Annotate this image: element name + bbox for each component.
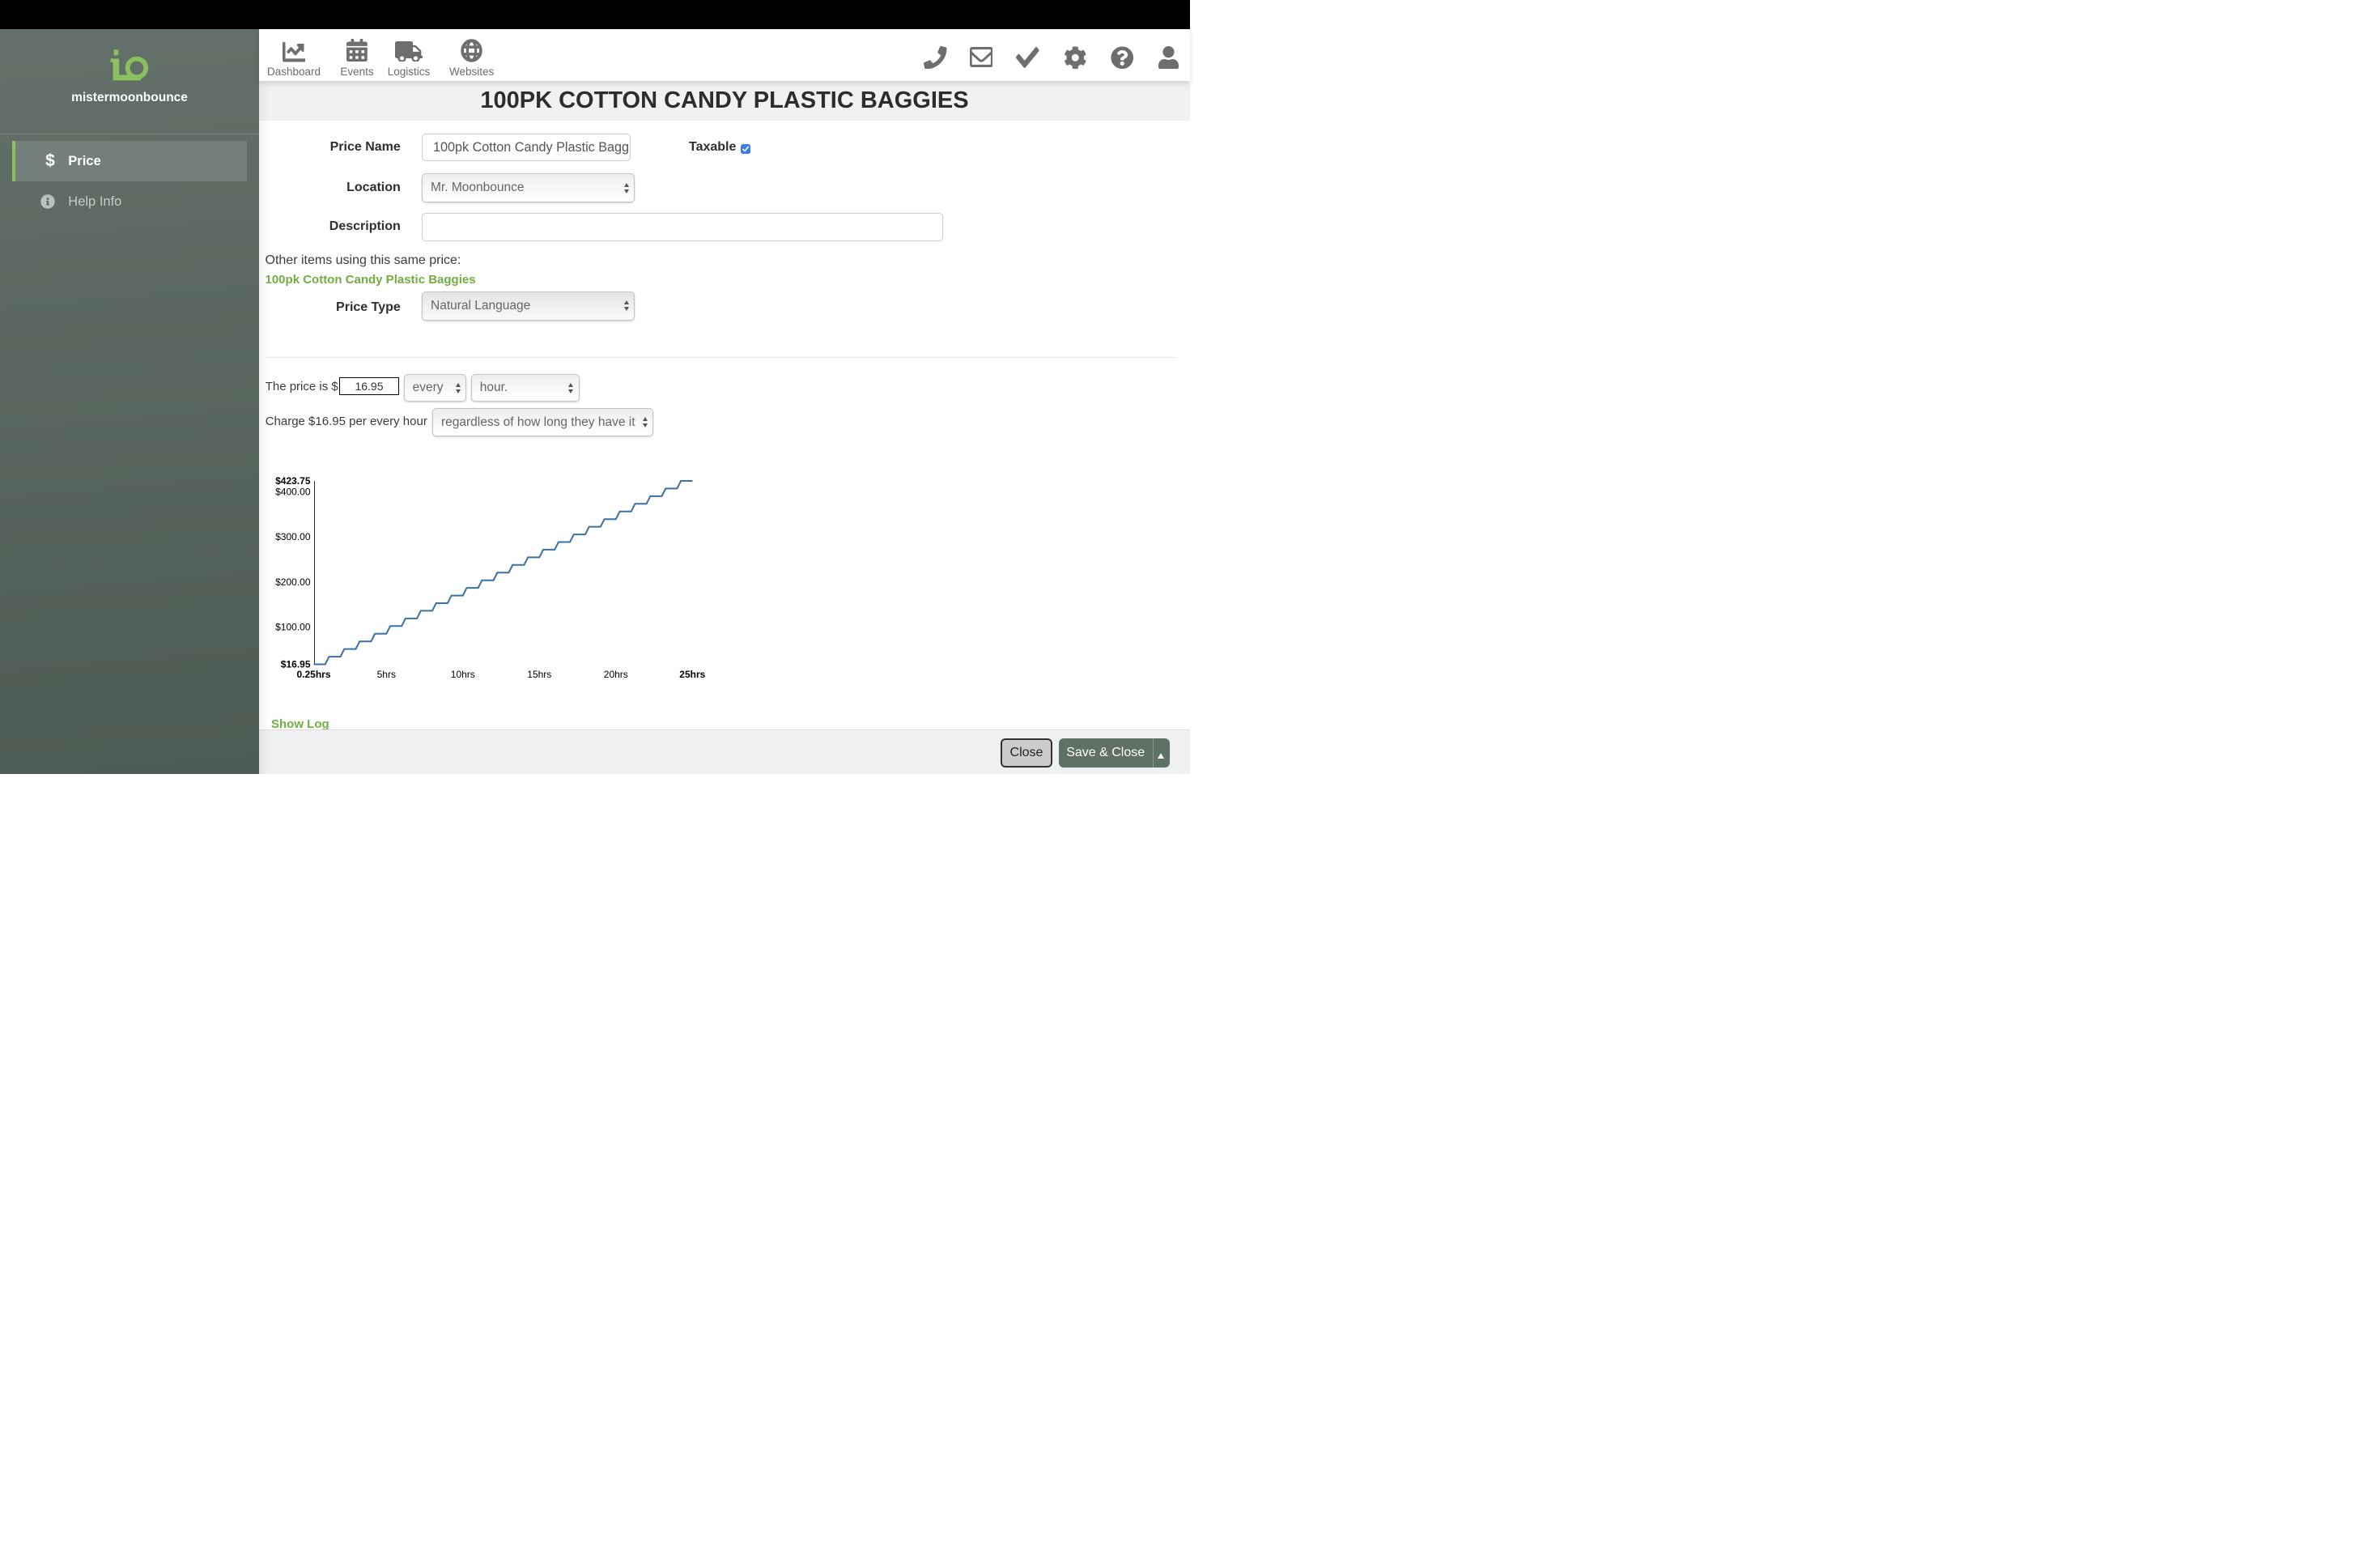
svg-text:$100.00: $100.00 bbox=[275, 622, 311, 633]
svg-text:$300.00: $300.00 bbox=[275, 531, 311, 542]
svg-text:$423.75: $423.75 bbox=[275, 475, 311, 487]
svg-text:20hrs: 20hrs bbox=[604, 669, 628, 680]
svg-text:0.25hrs: 0.25hrs bbox=[296, 669, 330, 680]
svg-text:$400.00: $400.00 bbox=[275, 486, 311, 497]
svg-text:$200.00: $200.00 bbox=[275, 576, 311, 588]
svg-text:25hrs: 25hrs bbox=[679, 669, 705, 680]
svg-text:15hrs: 15hrs bbox=[527, 669, 551, 680]
svg-text:5hrs: 5hrs bbox=[377, 669, 396, 680]
svg-text:10hrs: 10hrs bbox=[451, 669, 475, 680]
